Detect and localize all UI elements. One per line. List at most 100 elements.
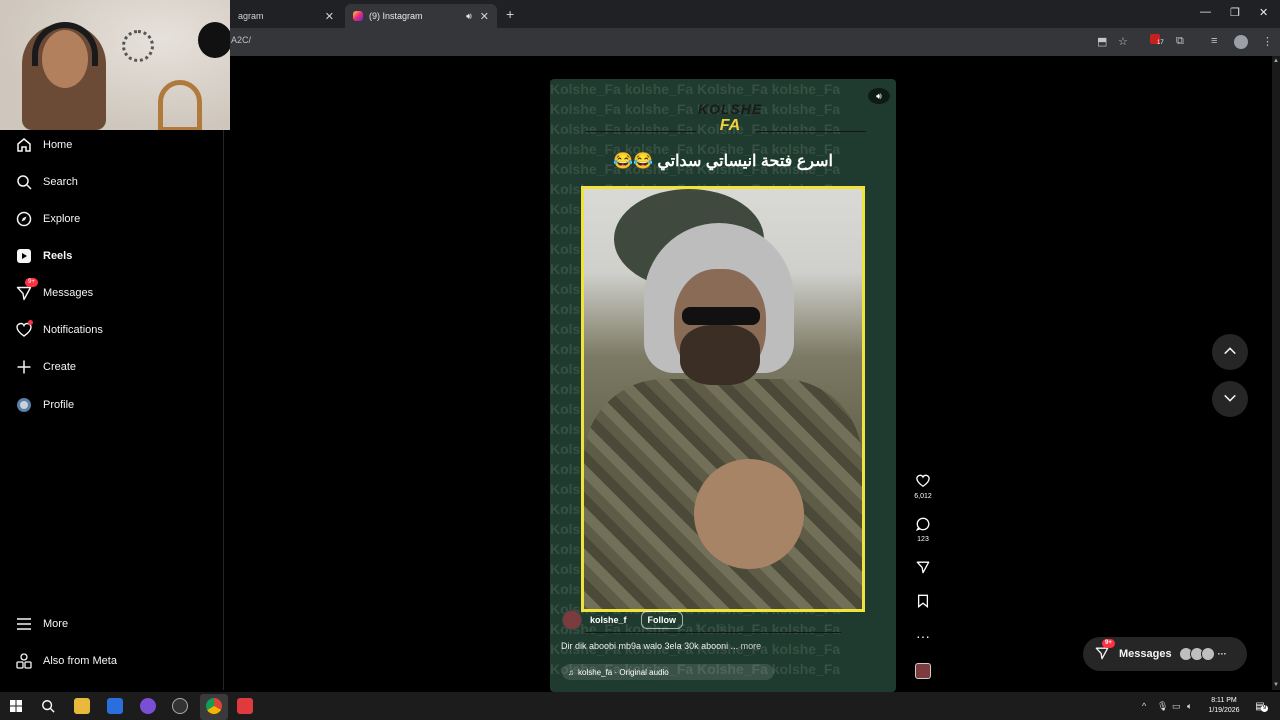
like-button[interactable]: 6,012 <box>906 474 940 500</box>
sidebar-item-reels[interactable]: Reels <box>0 241 224 271</box>
restore-icon[interactable]: ❐ <box>1230 6 1240 19</box>
heart-icon <box>15 320 33 339</box>
reel-headline: اسرع فتحة انيساتي سداتي 😂😂 <box>613 153 833 170</box>
audio-pill[interactable]: ♫ kolshe_fa · Original audio <box>562 664 774 680</box>
previous-reel-button[interactable] <box>1212 334 1248 370</box>
tab-previous[interactable]: agram ✕ <box>230 4 342 28</box>
sidebar-item-messages[interactable]: 9+ Messages <box>0 278 224 308</box>
sidebar-item-more[interactable]: More <box>0 609 224 639</box>
bookmark-star-icon[interactable]: ☆ <box>1118 35 1128 48</box>
sidebar-item-explore[interactable]: Explore <box>0 204 224 234</box>
windows-start-icon[interactable] <box>8 698 24 714</box>
sidebar-item-label: Also from Meta <box>43 655 117 667</box>
browser-profile-avatar[interactable] <box>1234 35 1248 49</box>
sidebar: Home Search Explore Reels 9+ Messages No… <box>0 130 224 690</box>
sidebar-item-label: Notifications <box>43 324 103 336</box>
close-window-icon[interactable]: ✕ <box>1259 6 1268 19</box>
extension-icon[interactable]: 17 <box>1150 34 1164 48</box>
app-red-icon[interactable] <box>237 698 253 714</box>
store-icon[interactable] <box>107 698 123 714</box>
tab-label: agram <box>238 11 264 21</box>
reels-icon <box>15 247 33 265</box>
ellipsis-icon: ··· <box>1217 649 1227 659</box>
extension-badge: 17 <box>1157 40 1164 46</box>
notification-center-icon[interactable]: ▤ 9 <box>1252 698 1269 714</box>
webcam-overlay <box>0 0 230 130</box>
reel-photo <box>581 186 865 612</box>
microphone-icon[interactable]: 🎙︎ <box>1157 701 1168 712</box>
app-icon[interactable] <box>140 698 156 714</box>
sidebar-item-create[interactable]: Create <box>0 352 224 382</box>
windows-taskbar <box>0 692 1280 720</box>
sidebar-item-label: Search <box>43 176 78 188</box>
bookmark-icon <box>906 594 940 611</box>
file-explorer-icon[interactable] <box>74 698 90 714</box>
chevron-down-icon <box>1223 391 1237 408</box>
sidebar-item-label: Create <box>43 361 77 373</box>
music-note-icon: ♫ <box>568 667 574 677</box>
tray-chevron-icon[interactable]: ^ <box>1142 701 1146 711</box>
save-button[interactable] <box>906 594 940 611</box>
sidebar-item-label: Explore <box>43 213 81 225</box>
sidebar-item-search[interactable]: Search <box>0 167 224 197</box>
volume-icon[interactable]: 🔊︎ <box>868 88 890 104</box>
comment-icon <box>906 517 940 534</box>
audio-thumbnail[interactable] <box>915 663 931 679</box>
install-app-icon[interactable]: ⬒ <box>1097 35 1107 48</box>
author-avatar[interactable] <box>562 610 582 630</box>
meta-apps-icon <box>15 652 33 670</box>
chevron-up-icon <box>1223 344 1237 361</box>
search-icon[interactable] <box>40 698 56 714</box>
messages-badge: 9+ <box>25 278 38 287</box>
heart-icon <box>906 474 940 491</box>
comment-button[interactable]: 123 <box>906 517 940 543</box>
message-avatars <box>1178 647 1215 661</box>
sidebar-item-meta[interactable]: Also from Meta <box>0 646 224 676</box>
more-link[interactable]: more <box>741 641 762 651</box>
audio-label: kolshe_fa · Original audio <box>578 667 669 677</box>
kebab-menu-icon[interactable]: ⋮ <box>1262 35 1273 48</box>
sidebar-item-home[interactable]: Home <box>0 130 224 160</box>
network-icon[interactable]: ▭ <box>1172 701 1181 712</box>
tab-label: (9) Instagram <box>369 11 423 21</box>
more-options-button[interactable]: ··· <box>906 628 940 644</box>
facebook-icon: f <box>696 622 699 632</box>
plus-icon <box>15 358 33 376</box>
media-control-icon[interactable]: ≡ <box>1211 35 1217 47</box>
sidebar-item-notifications[interactable]: Notifications <box>0 315 224 345</box>
next-reel-button[interactable] <box>1212 381 1248 417</box>
tiktok-icon: ♪ <box>740 622 745 632</box>
chrome-icon[interactable] <box>206 698 222 714</box>
new-tab-icon[interactable]: + <box>506 6 514 22</box>
address-bar[interactable]: A2C/ <box>231 35 251 45</box>
tab-instagram[interactable]: (9) Instagram 🔊︎ ✕ <box>345 4 497 28</box>
direct-icon: 9+ <box>15 278 38 302</box>
reel-brand-logo: KOLSHE FA <box>697 101 763 134</box>
messages-badge: 9+ <box>1102 638 1115 648</box>
author-name[interactable]: kolshe_f <box>590 615 627 625</box>
minimize-icon[interactable]: — <box>1200 6 1211 18</box>
home-icon <box>15 136 33 154</box>
page-scrollbar[interactable]: ▲ ▼ <box>1272 56 1280 690</box>
profile-avatar-icon <box>15 396 33 414</box>
sidebar-item-label: Reels <box>43 250 73 262</box>
sidebar-item-label: More <box>43 618 69 630</box>
volume-tray-icon[interactable]: 🔈︎ <box>1187 701 1192 712</box>
github-icon[interactable] <box>172 698 188 714</box>
share-button[interactable] <box>906 560 940 577</box>
speaker-icon[interactable]: 🔊︎ <box>466 11 472 22</box>
follow-button[interactable]: Follow <box>640 611 684 629</box>
direct-share-icon <box>906 560 940 577</box>
reel-video[interactable]: Kolshe_Fa kolshe_Fa Kolshe_Fa kolshe_Fa K… <box>550 79 896 692</box>
taskbar-clock[interactable]: 8:11 PM 1/19/2026 <box>1200 696 1248 716</box>
sidebar-item-label: Home <box>43 139 73 151</box>
close-icon[interactable]: ✕ <box>325 10 334 23</box>
close-icon[interactable]: ✕ <box>480 10 489 23</box>
reel-caption: Dir dik aboobi mb9a walo 3ela 30k abooni… <box>561 641 762 651</box>
reel-author: kolshe_f Follow <box>562 610 684 630</box>
sidebar-item-label: Messages <box>43 287 94 299</box>
messages-pill[interactable]: 9+ Messages ··· <box>1083 637 1247 671</box>
sidebar-item-profile[interactable]: Profile <box>0 390 224 420</box>
extensions-puzzle-icon[interactable]: ⧉ <box>1176 35 1184 48</box>
ellipsis-icon: ··· <box>916 628 930 644</box>
